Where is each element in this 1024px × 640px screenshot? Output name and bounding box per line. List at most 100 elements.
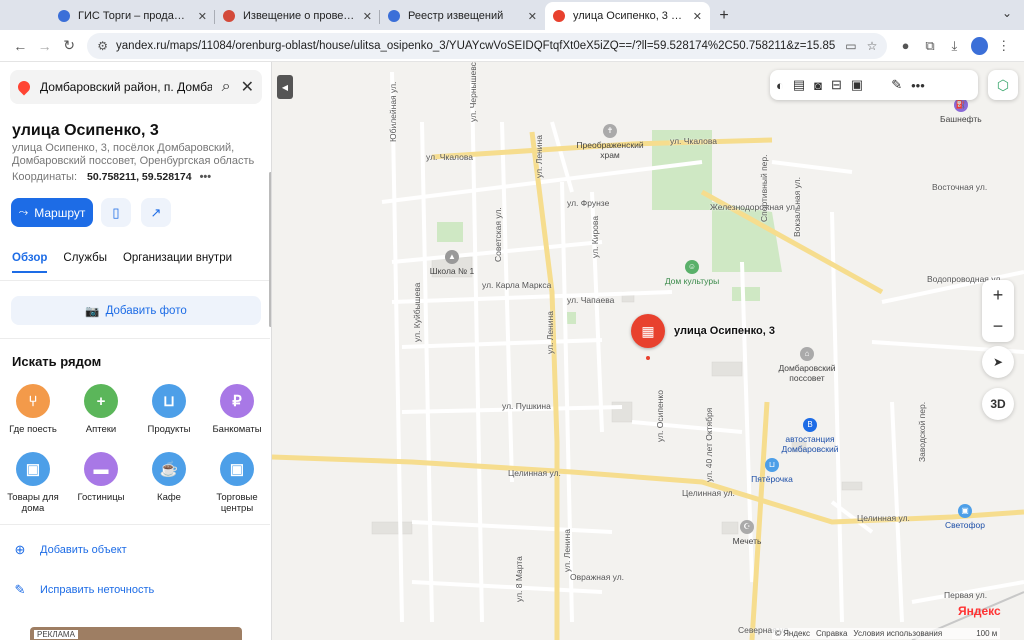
geolocation-button[interactable]: ➤ <box>982 346 1014 378</box>
bookmark-button[interactable]: ▯ <box>101 198 131 227</box>
place-address: улица Осипенко, 3, посёлок Домбаровский,… <box>12 142 255 167</box>
nearby-pharmacy[interactable]: + Аптеки <box>68 384 134 435</box>
back-arrow-icon[interactable]: ← <box>8 33 32 59</box>
map-mode-button[interactable]: ⬡ <box>988 70 1018 100</box>
poi-label: Мечеть <box>732 536 762 546</box>
browser-tab[interactable]: Реестр извещений ✕ <box>380 2 545 30</box>
fix-error-link[interactable]: ✎ Исправить неточность <box>12 582 155 598</box>
coordinates-value[interactable]: 50.758211, 59.528174 <box>87 171 192 183</box>
category-label: Банкоматы <box>212 424 262 435</box>
profile-avatar[interactable] <box>970 36 988 55</box>
forward-arrow-icon[interactable]: → <box>32 33 56 59</box>
poi-mosque[interactable]: ☪ Мечеть <box>722 520 772 546</box>
tab-services[interactable]: Службы <box>63 252 107 264</box>
address-bar[interactable]: ⚙ yandex.ru/maps/11084/orenburg-oblast/h… <box>87 32 888 59</box>
search-box[interactable]: ⌕ ✕ <box>10 70 262 104</box>
poi-label: Светофор <box>945 520 985 530</box>
poi-label: Школа № 1 <box>429 266 475 276</box>
site-info-icon[interactable]: ⚙ <box>97 39 108 53</box>
school-icon: ▲ <box>445 250 459 264</box>
street-label: Советская ул. <box>493 207 503 262</box>
share-button[interactable]: ↗ <box>141 198 171 227</box>
street-label: Восточная ул. <box>932 182 988 192</box>
close-icon[interactable]: ✕ <box>198 10 207 23</box>
map-canvas[interactable]: ◀ ул. Чкалова ул. Чкалова ул. Ленина ул.… <box>272 62 1024 640</box>
close-icon[interactable]: ✕ <box>528 10 537 23</box>
nearby-hotels[interactable]: ▬ Гостиницы <box>68 452 134 503</box>
selected-building-marker[interactable]: ▦ <box>631 314 665 348</box>
street-label: ул. Осипенко <box>655 390 665 442</box>
add-object-label: Добавить объект <box>40 544 127 556</box>
traffic-icon[interactable]: ◐ <box>776 78 784 93</box>
poi-town-council[interactable]: ⌂ Домбаровский поссовет <box>772 347 842 383</box>
download-icon[interactable]: ⤓ <box>942 33 966 59</box>
browser-tab-active[interactable]: улица Осипенко, 3 — Яндекс ✕ <box>545 2 710 30</box>
street-label: Спортивный пер. <box>759 154 769 223</box>
ad-banner[interactable]: РЕКЛАМА <box>30 627 242 640</box>
reload-icon[interactable]: ↻ <box>57 33 81 59</box>
kebab-menu-icon[interactable]: ⋮ <box>992 33 1016 59</box>
poi-school[interactable]: ▲ Школа № 1 <box>424 250 480 276</box>
new-tab-button[interactable]: + <box>710 2 738 30</box>
street-label: ул. Кирова <box>590 215 600 258</box>
nearby-home-goods[interactable]: ▣ Товары для дома <box>0 452 66 514</box>
poi-pyaterochka[interactable]: ⊔ Пятёрочка <box>742 458 802 484</box>
search-input[interactable] <box>40 80 212 94</box>
close-icon[interactable]: ✕ <box>693 10 702 23</box>
zoom-out-button[interactable]: − <box>982 311 1014 342</box>
ad-label: РЕКЛАМА <box>34 630 78 639</box>
gis-favicon-icon <box>388 10 400 22</box>
collapse-panel-button[interactable]: ◀ <box>277 75 293 99</box>
street-label: ул. Ленина <box>562 529 572 572</box>
street-label: ул. Карла Маркса <box>482 280 552 290</box>
browser-tab[interactable]: ГИС Торги – продажи госуд ✕ <box>50 2 215 30</box>
add-photo-button[interactable]: 📷 Добавить фото <box>11 296 261 325</box>
poi-bus-station[interactable]: B автостанция Домбаровский <box>772 418 848 454</box>
add-object-link[interactable]: ⊕ Добавить объект <box>12 542 127 558</box>
ruler-icon[interactable]: ✎ <box>891 77 902 93</box>
puzzle-extensions-icon[interactable]: ⧉ <box>918 33 942 59</box>
poi-bashneft[interactable]: ⛽ Башнефть <box>940 98 982 124</box>
tab-title: Извещение о проведении то <box>243 10 357 22</box>
3d-button[interactable]: 3D <box>982 388 1014 420</box>
close-icon[interactable]: ✕ <box>241 77 254 97</box>
more-dots-icon[interactable]: ••• <box>911 78 925 93</box>
basket-icon: ⊔ <box>152 384 186 418</box>
tab-overview[interactable]: Обзор <box>12 252 48 273</box>
panorama-camera-icon[interactable]: ◙ <box>814 78 822 93</box>
search-icon[interactable]: ⌕ <box>222 78 231 96</box>
poi-label: Домбаровский поссовет <box>778 363 836 383</box>
bookmark-icon: ▯ <box>112 204 120 220</box>
nearby-malls[interactable]: ▣ Торговые центры <box>204 452 270 514</box>
url-text[interactable]: yandex.ru/maps/11084/orenburg-oblast/hou… <box>116 40 835 52</box>
category-label: Продукты <box>147 424 191 435</box>
fix-error-label: Исправить неточность <box>40 584 155 596</box>
poi-culture-house[interactable]: ☺ Дом культуры <box>662 260 722 286</box>
terms-link[interactable]: Условия использования <box>853 629 942 638</box>
tab-search-icon[interactable]: ⌄ <box>1002 6 1012 20</box>
help-link[interactable]: Справка <box>816 629 847 638</box>
divider <box>0 280 270 281</box>
divider <box>0 524 270 525</box>
close-icon[interactable]: ✕ <box>363 10 372 23</box>
poi-svetofor[interactable]: ▣ Светофор <box>940 504 990 530</box>
place-tabs: Обзор Службы Организации внутри <box>12 252 232 273</box>
extension-icon[interactable]: ● <box>893 33 917 59</box>
street-label: ул. 8 Марта <box>514 556 524 602</box>
layers-icon[interactable]: ▣ <box>851 77 863 93</box>
nearby-food[interactable]: ⑂ Где поесть <box>0 384 66 435</box>
browser-tab[interactable]: Извещение о проведении то ✕ <box>215 2 380 30</box>
cast-icon[interactable]: ▭ <box>845 39 856 53</box>
more-dots-icon[interactable]: ••• <box>200 171 212 183</box>
tab-organizations[interactable]: Организации внутри <box>123 252 232 264</box>
place-title: улица Осипенко, 3 <box>12 122 159 139</box>
map-layers-book-icon[interactable]: ▤ <box>793 77 805 93</box>
poi-church[interactable]: ✝ Преображенский храм <box>572 124 648 160</box>
nearby-atm[interactable]: ₽ Банкоматы <box>204 384 270 435</box>
nearby-groceries[interactable]: ⊔ Продукты <box>136 384 202 435</box>
nearby-cafe[interactable]: ☕ Кафе <box>136 452 202 503</box>
bookmark-star-icon[interactable]: ☆ <box>867 39 878 53</box>
zoom-in-button[interactable]: + <box>982 280 1014 311</box>
route-button[interactable]: ⤳ Маршрут <box>11 198 93 227</box>
transport-bus-icon[interactable]: ⊟ <box>831 77 842 93</box>
